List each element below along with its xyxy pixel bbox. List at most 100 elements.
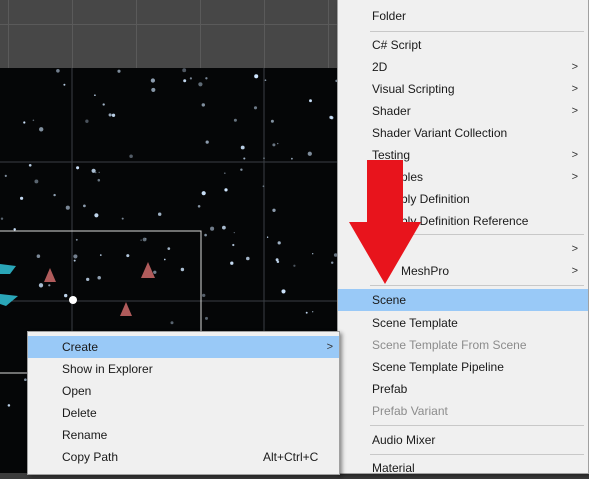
menu-item-copy-path[interactable]: Copy Path Alt+Ctrl+C	[28, 446, 339, 468]
star	[20, 196, 24, 200]
menu-item-scene[interactable]: Scene	[338, 289, 588, 311]
star	[4, 174, 7, 177]
star	[205, 140, 209, 144]
star	[13, 228, 16, 231]
star	[262, 185, 265, 188]
star	[312, 253, 314, 255]
star	[157, 212, 162, 216]
star	[224, 188, 228, 192]
star	[254, 74, 259, 79]
chevron-right-icon: >	[571, 265, 578, 277]
star	[56, 69, 60, 73]
star	[167, 247, 171, 250]
star	[293, 264, 296, 267]
star	[140, 239, 142, 241]
star	[205, 77, 208, 80]
star	[32, 119, 35, 122]
star	[97, 178, 101, 182]
star	[85, 119, 89, 123]
star	[240, 145, 245, 150]
star	[210, 226, 215, 231]
star	[102, 103, 105, 106]
chevron-right-icon: >	[571, 61, 578, 73]
star	[198, 82, 203, 87]
star	[94, 94, 96, 97]
star	[183, 79, 187, 83]
shortcut-label: Alt+Ctrl+C	[263, 450, 319, 464]
star	[201, 191, 206, 196]
chevron-right-icon: >	[571, 149, 578, 161]
star	[330, 261, 334, 264]
ship-sprite[interactable]	[44, 262, 155, 316]
star	[99, 254, 102, 256]
menu-item-visual-scripting[interactable]: Visual Scripting >	[338, 78, 588, 100]
star	[233, 118, 237, 122]
star	[264, 79, 267, 82]
star	[281, 289, 286, 294]
star	[197, 205, 201, 208]
menu-item-shader[interactable]: Shader >	[338, 100, 588, 122]
star	[309, 99, 312, 103]
menu-item-delete[interactable]: Delete	[28, 402, 339, 424]
star	[243, 157, 246, 160]
star	[63, 83, 66, 86]
star	[246, 256, 250, 261]
star	[182, 68, 187, 73]
pivot-handle[interactable]	[69, 296, 77, 304]
star	[108, 113, 112, 117]
menu-item-create[interactable]: Create >	[28, 336, 339, 358]
menu-item-audio-mixer[interactable]: Audio Mixer	[338, 429, 588, 451]
star	[153, 270, 157, 274]
turret-sprite[interactable]	[0, 264, 18, 306]
star	[205, 316, 208, 320]
star	[240, 168, 243, 171]
menu-item-prefab[interactable]: Prefab	[338, 378, 588, 400]
menu-separator	[370, 454, 584, 455]
star	[151, 87, 156, 92]
star	[163, 258, 166, 261]
star	[272, 143, 276, 147]
star	[233, 231, 235, 234]
menu-item-folder[interactable]: Folder	[338, 5, 588, 27]
menu-item-open[interactable]: Open	[28, 380, 339, 402]
star	[126, 254, 130, 258]
menu-item-show-in-explorer[interactable]: Show in Explorer	[28, 358, 339, 380]
menu-item-material[interactable]: Material	[338, 457, 588, 479]
red-arrow-annotation	[349, 160, 421, 284]
star	[83, 204, 86, 208]
star	[94, 213, 99, 218]
star	[277, 241, 281, 245]
star	[34, 179, 39, 184]
star	[7, 404, 11, 407]
menu-separator	[370, 31, 584, 32]
star	[270, 119, 274, 123]
star	[28, 163, 32, 167]
star	[38, 283, 44, 288]
chevron-right-icon: >	[571, 83, 578, 95]
star	[121, 217, 124, 220]
menu-item-scene-template[interactable]: Scene Template	[338, 312, 588, 334]
chevron-right-icon: >	[571, 171, 578, 183]
star	[117, 69, 121, 73]
star	[23, 121, 26, 124]
star	[64, 293, 68, 298]
star	[39, 127, 44, 132]
star	[129, 154, 133, 158]
star	[73, 259, 76, 262]
star	[73, 254, 78, 259]
star	[329, 115, 333, 120]
menu-item-scene-template-from-scene: Scene Template From Scene	[372, 338, 527, 352]
menu-separator	[370, 425, 584, 426]
menu-item-rename[interactable]: Rename	[28, 424, 339, 446]
menu-item-scene-template-pipeline[interactable]: Scene Template Pipeline	[338, 356, 588, 378]
star	[277, 142, 279, 145]
star	[53, 193, 56, 197]
star	[36, 254, 41, 258]
star	[291, 157, 293, 160]
menu-item-csharp-script[interactable]: C# Script	[338, 34, 588, 56]
menu-item-shader-variant-collection[interactable]: Shader Variant Collection	[338, 122, 588, 144]
menu-item-2d[interactable]: 2D >	[338, 56, 588, 78]
context-menu: Create > Show in Explorer Open Delete Ren…	[27, 331, 340, 475]
star	[266, 236, 269, 238]
star	[230, 261, 234, 265]
